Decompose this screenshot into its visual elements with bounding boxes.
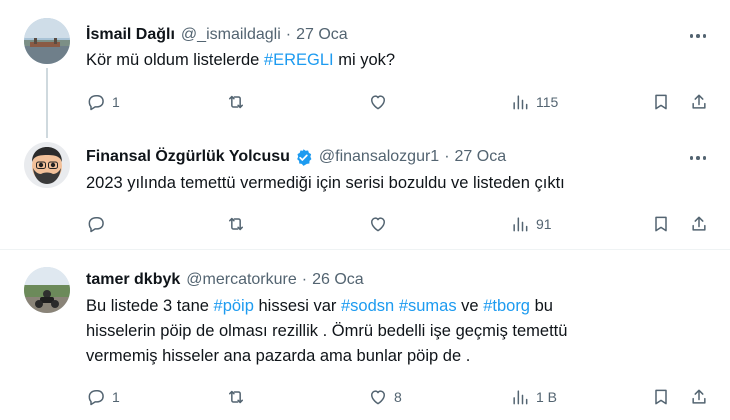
tweet-header: Finansal Özgürlük Yolcusu @finansalozgur… (86, 146, 506, 168)
hashtag-link[interactable]: #tborg (483, 297, 530, 315)
more-icon[interactable] (688, 148, 708, 168)
separator-dot: · (444, 148, 450, 165)
text-segment: mi yok? (333, 51, 396, 69)
tweet-header: İsmail Dağlı @_ismaildagli · 27 Oca (86, 24, 348, 46)
more-icon[interactable] (688, 26, 708, 46)
hashtag-link[interactable]: #EREGLI (264, 51, 334, 69)
text-line: Bu listede 3 tane #pöip hissesi var #sod… (86, 294, 567, 319)
tweet-text: 2023 yılında temettü vermediği için seri… (86, 171, 565, 196)
text-segment: bu (530, 297, 553, 315)
tweet-text: Bu listede 3 tane #pöip hissesi var #sod… (86, 294, 567, 369)
views-icon (513, 390, 528, 405)
user-handle[interactable]: @_ismaildagli (181, 26, 281, 44)
like-button[interactable]: 8 (368, 385, 402, 409)
text-line: hisselerin pöip de olması rezillik . Ömr… (86, 319, 567, 344)
bookmark-button[interactable] (651, 385, 671, 409)
views-button[interactable]: 115 (510, 90, 558, 114)
user-handle[interactable]: @mercatorkure (186, 271, 297, 289)
bookmark-icon (655, 216, 667, 232)
reply-button[interactable]: 1 (86, 385, 120, 409)
display-name[interactable]: İsmail Dağlı (86, 26, 175, 44)
share-icon (692, 94, 706, 109)
text-segment: 2023 yılında temettü vermediği için seri… (86, 174, 565, 192)
views-count: 91 (536, 216, 552, 232)
like-icon (371, 390, 385, 405)
share-icon (692, 216, 706, 231)
hashtag-link[interactable]: #sodsn (341, 297, 394, 315)
tweet-date[interactable]: 26 Oca (312, 271, 364, 289)
reply-icon (88, 390, 104, 406)
separator-dot: · (301, 271, 308, 288)
text-segment: ve (456, 297, 484, 315)
text-segment: Kör mü oldum listelerde (86, 51, 264, 69)
retweet-button[interactable] (226, 385, 252, 409)
reply-count: 1 (112, 94, 120, 110)
tweet-text: Kör mü oldum listelerde #EREGLI mi yok? (86, 48, 395, 73)
reply-button[interactable] (86, 212, 112, 236)
views-count: 1 B (536, 389, 558, 405)
retweet-icon (229, 217, 243, 231)
text-segment: hissesi var (253, 297, 341, 315)
retweet-button[interactable] (226, 212, 252, 236)
tweet-date[interactable]: 27 Oca (296, 26, 348, 44)
display-name[interactable]: Finansal Özgürlük Yolcusu (86, 148, 290, 166)
reply-icon (88, 217, 104, 233)
share-button[interactable] (689, 385, 709, 409)
bookmark-button[interactable] (651, 212, 671, 236)
user-handle[interactable]: @finansalozgur1 (319, 148, 439, 166)
avatar-tamer[interactable] (24, 267, 70, 313)
tweet-tamer[interactable]: tamer dkbyk @mercatorkure · 26 Oca Bu li… (0, 250, 730, 420)
like-button[interactable] (368, 212, 394, 236)
text-segment: Bu listede 3 tane (86, 297, 214, 315)
retweet-button[interactable] (226, 90, 252, 114)
retweet-icon (229, 95, 243, 109)
tweet-ismail[interactable]: İsmail Dağlı @_ismaildagli · 27 Oca Kör … (0, 0, 730, 138)
views-icon (513, 217, 528, 232)
tweet-actions: 1 8 1 B (0, 385, 730, 409)
bookmark-icon (655, 389, 667, 405)
like-count: 8 (394, 389, 402, 405)
reply-button[interactable]: 1 (86, 90, 120, 114)
reply-icon (88, 95, 104, 111)
verified-badge-icon (294, 148, 313, 167)
tweet-date[interactable]: 27 Oca (455, 148, 507, 166)
tweet-actions: 91 (0, 212, 730, 236)
hashtag-link[interactable]: #sumas (399, 297, 457, 315)
separator-dot: · (285, 26, 292, 43)
views-button[interactable]: 1 B (510, 385, 557, 409)
like-icon (371, 217, 385, 232)
tweet-header: tamer dkbyk @mercatorkure · 26 Oca (86, 269, 364, 291)
views-icon (513, 95, 528, 110)
tweet-actions: 1 115 (0, 90, 730, 114)
text-segment: vermemiş hisseler ana pazarda ama bunlar… (86, 347, 471, 365)
avatar-ismail[interactable] (24, 18, 70, 64)
like-icon (371, 95, 385, 110)
views-count: 115 (536, 94, 559, 110)
share-icon (692, 389, 706, 404)
hashtag-link[interactable]: #pöip (214, 297, 254, 315)
views-button[interactable]: 91 (510, 212, 552, 236)
like-button[interactable] (368, 90, 394, 114)
reply-count: 1 (112, 389, 120, 405)
text-segment: hisselerin pöip de olması rezillik . Ömr… (86, 322, 568, 340)
share-button[interactable] (689, 90, 709, 114)
bookmark-icon (655, 94, 667, 110)
retweet-icon (229, 390, 243, 404)
text-line: vermemiş hisseler ana pazarda ama bunlar… (86, 344, 567, 369)
share-button[interactable] (689, 212, 709, 236)
bookmark-button[interactable] (651, 90, 671, 114)
avatar-finansal[interactable] (24, 142, 70, 188)
display-name[interactable]: tamer dkbyk (86, 271, 180, 289)
tweet-finansal[interactable]: Finansal Özgürlük Yolcusu @finansalozgur… (0, 132, 730, 248)
